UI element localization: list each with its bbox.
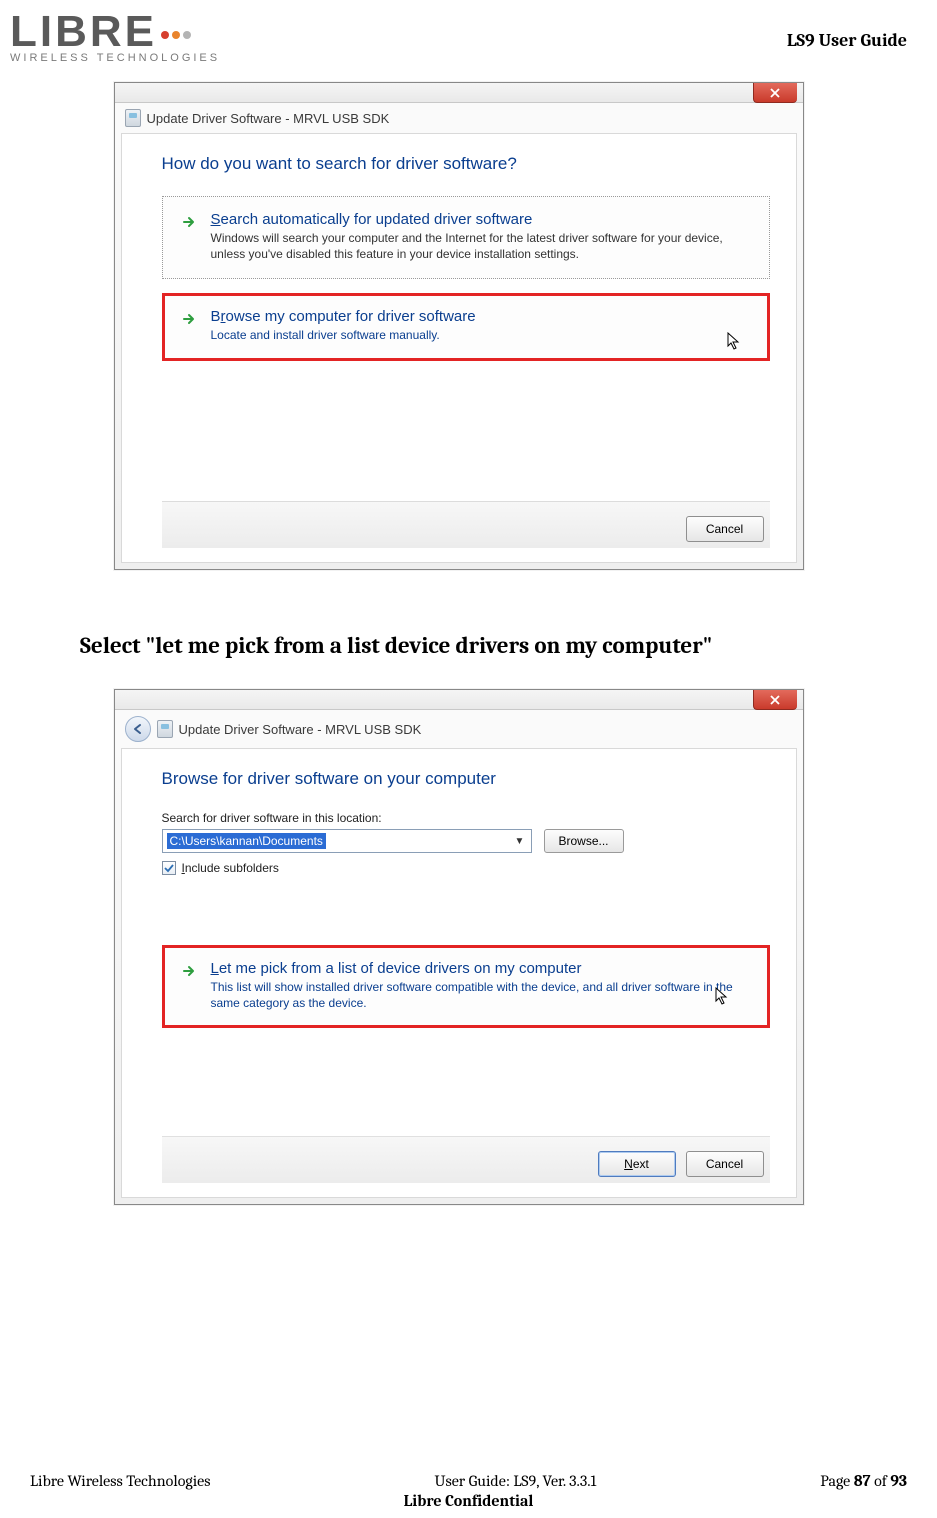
arrow-right-icon (181, 311, 197, 327)
logo-dots (161, 25, 191, 39)
dialog-heading: Browse for driver software on your compu… (162, 769, 770, 789)
page-footer: Libre Wireless Technologies User Guide: … (30, 1472, 907, 1510)
brand-logo: LIBRE WIRELESS TECHNOLOGIES (10, 10, 230, 64)
update-driver-dialog-2: Update Driver Software - MRVL USB SDK Br… (114, 689, 804, 1205)
cancel-button[interactable]: Cancel (686, 516, 764, 542)
window-titlebar-strip (115, 83, 803, 103)
logo-dot (161, 31, 169, 39)
back-button[interactable] (125, 716, 151, 742)
close-button[interactable] (753, 83, 797, 103)
dialog-heading: How do you want to search for driver sof… (162, 154, 770, 174)
path-value: C:\Users\kannan\Documents (167, 833, 326, 849)
option-description: Windows will search your computer and th… (211, 230, 751, 262)
arrow-right-icon (181, 963, 197, 979)
logo-dot (183, 31, 191, 39)
device-icon (125, 109, 141, 127)
search-location-label: Search for driver software in this locat… (162, 811, 770, 825)
checkbox-label: Include subfolders (182, 861, 279, 875)
device-icon (157, 720, 173, 738)
cursor-icon (727, 332, 743, 352)
logo-dot (172, 31, 180, 39)
footer-center: User Guide: LS9, Ver. 3.3.1 (434, 1472, 596, 1490)
update-driver-dialog-1: Update Driver Software - MRVL USB SDK Ho… (114, 82, 804, 570)
chevron-down-icon[interactable]: ▼ (513, 836, 527, 847)
option-let-me-pick[interactable]: Let me pick from a list of device driver… (162, 945, 770, 1028)
option-title: Search automatically for updated driver … (211, 211, 751, 228)
footer-left: Libre Wireless Technologies (30, 1472, 210, 1490)
close-icon (770, 88, 780, 98)
footer-confidential: Libre Confidential (30, 1492, 907, 1510)
dialog-body: How do you want to search for driver sof… (121, 133, 797, 563)
logo-wordmark: LIBRE (10, 10, 157, 54)
option-description: Locate and install driver software manua… (211, 327, 476, 343)
option-description: This list will show installed driver sof… (211, 979, 751, 1011)
instruction-text: Select "let me pick from a list device d… (80, 632, 907, 659)
dialog-button-row: Cancel (162, 501, 770, 548)
arrow-left-icon (132, 723, 144, 735)
dialog-titlebar: Update Driver Software - MRVL USB SDK (115, 710, 803, 748)
cursor-icon (715, 987, 731, 1007)
path-combobox[interactable]: C:\Users\kannan\Documents ▼ (162, 829, 532, 853)
arrow-right-icon (181, 214, 197, 230)
next-button[interactable]: Next (598, 1151, 676, 1177)
include-subfolders-checkbox[interactable]: Include subfolders (162, 861, 770, 875)
option-search-automatically[interactable]: Search automatically for updated driver … (162, 196, 770, 279)
close-icon (770, 695, 780, 705)
footer-right: Page 87 of 93 (820, 1472, 907, 1490)
window-title: Update Driver Software - MRVL USB SDK (179, 722, 422, 737)
browse-button[interactable]: Browse... (544, 829, 624, 853)
close-button[interactable] (753, 690, 797, 710)
option-browse-my-computer[interactable]: Browse my computer for driver software L… (162, 293, 770, 360)
window-title: Update Driver Software - MRVL USB SDK (147, 111, 390, 126)
option-title: Let me pick from a list of device driver… (211, 960, 751, 977)
cancel-button[interactable]: Cancel (686, 1151, 764, 1177)
document-title: LS9 User Guide (787, 30, 907, 51)
checkbox-icon (162, 861, 176, 875)
logo-subtitle: WIRELESS TECHNOLOGIES (10, 52, 230, 64)
page-header: LIBRE WIRELESS TECHNOLOGIES LS9 User Gui… (10, 10, 907, 64)
dialog-body: Browse for driver software on your compu… (121, 748, 797, 1198)
dialog-button-row: Next Cancel (162, 1136, 770, 1183)
option-title: Browse my computer for driver software (211, 308, 476, 325)
window-titlebar-strip (115, 690, 803, 710)
dialog-titlebar: Update Driver Software - MRVL USB SDK (115, 103, 803, 133)
